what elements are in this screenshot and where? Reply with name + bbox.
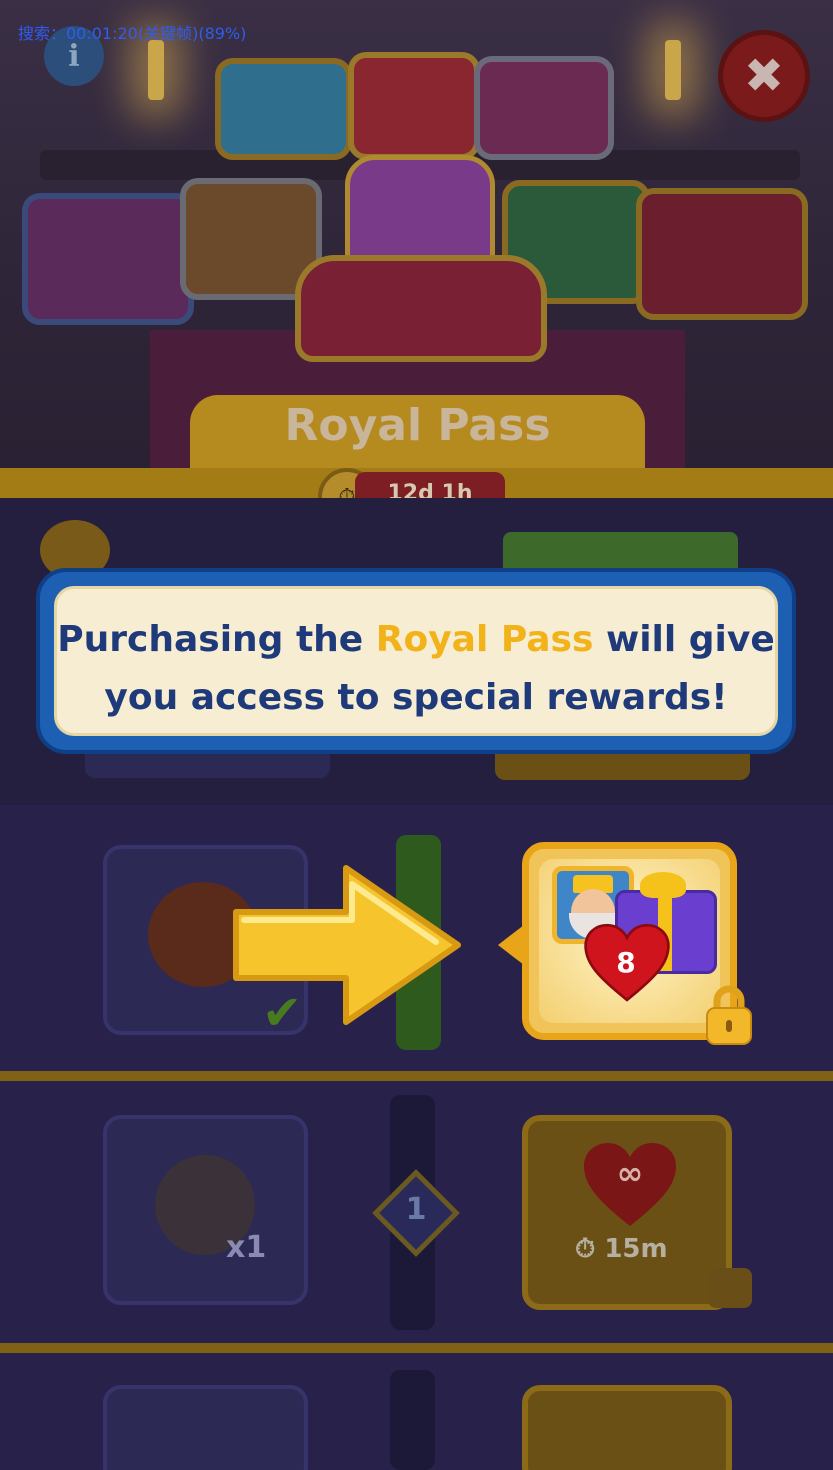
row-divider xyxy=(0,1343,833,1353)
tile-pointer xyxy=(498,925,524,965)
premium-reward-tile[interactable] xyxy=(522,1385,732,1470)
heart-chest-icon xyxy=(22,193,194,325)
tutorial-arrow-icon xyxy=(233,865,461,1025)
banner-title: Royal Pass xyxy=(284,400,551,451)
red-chest-icon xyxy=(348,52,480,160)
dialog-text-prefix: Purchasing the xyxy=(57,619,376,660)
pink-chest-icon xyxy=(474,56,614,160)
svg-text:∞: ∞ xyxy=(617,1154,644,1192)
game-scene: Royal Pass ⏱ 12d 1h ✔ x1 1 ∞ ⏱ 15m i ✖ P… xyxy=(0,0,833,1470)
progress-track xyxy=(390,1370,435,1470)
gift-bow-icon xyxy=(640,872,686,898)
row-divider xyxy=(0,1071,833,1081)
close-button[interactable]: ✖ xyxy=(718,30,810,122)
reward-timer-text: 15m xyxy=(604,1234,668,1264)
dialog-highlight: Royal Pass xyxy=(375,619,594,660)
infinite-heart-icon: ∞ xyxy=(584,1143,676,1226)
dialog-message: Purchasing the Royal Pass will give you … xyxy=(57,611,775,727)
dialog-text-line2: you access to special rewards! xyxy=(104,677,728,718)
lock-icon xyxy=(706,985,752,1045)
level-number: 1 xyxy=(405,1192,427,1227)
search-overlay-text: 搜索：00:01:20(关键帧)(89%) xyxy=(18,24,247,43)
candle-icon xyxy=(148,40,164,100)
lock-icon xyxy=(708,1268,752,1308)
reward-timer: ⏱ 15m xyxy=(575,1234,668,1264)
gold-chest-icon xyxy=(636,188,808,320)
reward-quantity: x1 xyxy=(226,1230,267,1265)
candle-icon xyxy=(665,40,681,100)
blue-chest-icon xyxy=(215,58,352,160)
free-reward-tile[interactable] xyxy=(103,1385,308,1470)
heart-count: 8 xyxy=(616,946,636,979)
key-pedestal-icon xyxy=(295,255,547,362)
dialog-body: Purchasing the Royal Pass will give you … xyxy=(54,586,778,736)
dialog-text-suffix: will give xyxy=(593,619,775,660)
tutorial-dialog: Purchasing the Royal Pass will give you … xyxy=(36,568,796,754)
